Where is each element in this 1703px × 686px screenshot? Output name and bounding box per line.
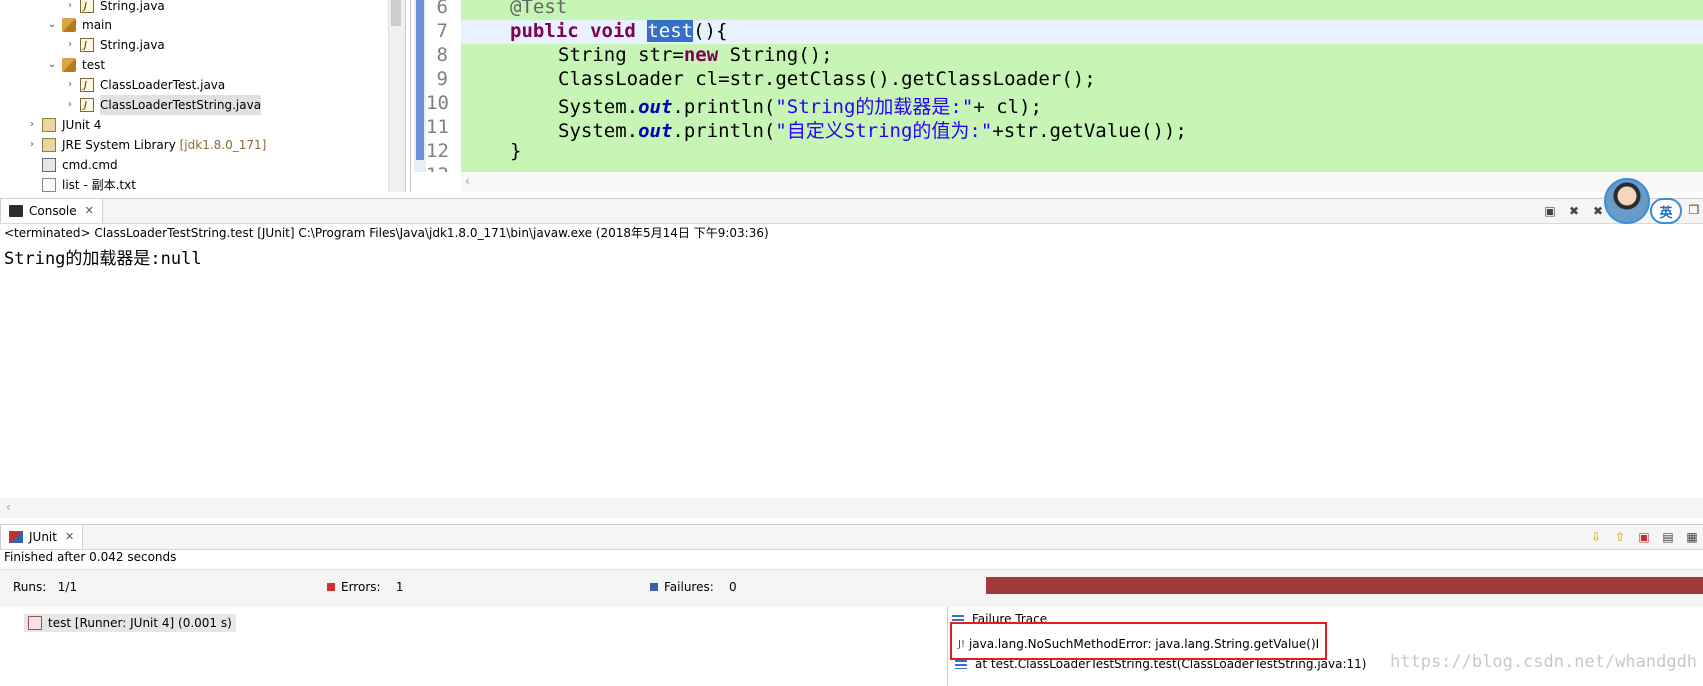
line-number: 12 — [426, 140, 449, 162]
line-number: 6 — [436, 0, 448, 18]
tree-item-string-java-1[interactable]: › String.java — [64, 0, 165, 17]
failure-icon — [650, 583, 658, 591]
code-line-7: public void test(){ — [510, 20, 728, 42]
code-line-11: System.out.println("自定义String的值为:"+str.g… — [558, 120, 1187, 142]
explorer-scrollbar[interactable] — [388, 0, 405, 192]
chevron-right-icon[interactable]: › — [26, 139, 38, 151]
terminate-icon[interactable]: ▣ — [1542, 203, 1558, 219]
show-failures-only-icon[interactable]: ▣ — [1636, 529, 1652, 545]
console-tabbar: Console ✕ ▣ ✖ ✖ — [0, 198, 1703, 224]
tree-item-test-package[interactable]: ⌄ test — [46, 55, 105, 75]
highlight-annotation-box — [950, 622, 1327, 660]
cmd-file-icon — [42, 158, 56, 172]
previous-failure-icon[interactable]: ⇧ — [1612, 529, 1628, 545]
tree-item-classloadertest-java[interactable]: › ClassLoaderTest.java — [64, 75, 225, 96]
error-icon — [327, 583, 335, 591]
editor-horizontal-scrollbar[interactable]: ‹ — [461, 172, 1703, 192]
watermark: https://blog.csdn.net/whandgdh — [1390, 652, 1698, 672]
explorer-scrollbar-thumb[interactable] — [391, 0, 401, 26]
change-ruler — [416, 0, 424, 160]
library-icon — [42, 138, 56, 152]
tree-item-junit4[interactable]: › JUnit 4 — [26, 115, 101, 135]
tree-item-list-txt[interactable]: list - 副本.txt — [42, 175, 136, 192]
line-number: 7 — [436, 20, 448, 42]
code-line-9: ClassLoader cl=str.getClass().getClassLo… — [558, 68, 1096, 90]
tree-item-classloaderteststring-java[interactable]: › ClassLoaderTestString.java — [64, 95, 262, 116]
console-horizontal-scrollbar[interactable]: ‹ — [0, 498, 1703, 518]
code-line-10: System.out.println("String的加载器是:"+ cl); — [558, 96, 1042, 118]
console-status: <terminated> ClassLoaderTestString.test … — [4, 226, 769, 240]
package-icon — [62, 58, 76, 72]
tree-item-string-java-2[interactable]: › String.java — [64, 35, 165, 56]
code-line-8: String str=new String(); — [558, 44, 833, 66]
selected-method-name: test — [647, 20, 694, 42]
junit-icon — [9, 531, 23, 543]
runs-counter: Runs: 1/1 — [13, 580, 78, 594]
ime-language-indicator[interactable]: 英 — [1650, 198, 1682, 224]
layout-icon[interactable]: ▦ — [1684, 529, 1700, 545]
avatar[interactable] — [1604, 178, 1650, 224]
java-file-icon — [80, 96, 94, 116]
line-number: 9 — [436, 68, 448, 90]
chevron-right-icon[interactable]: › — [64, 0, 76, 12]
junit-tabbar: JUnit ✕ ⇩ ⇧ ▣ ▤ ▦ — [0, 524, 1703, 550]
chevron-down-icon[interactable]: ⌄ — [46, 59, 58, 71]
test-progress-bar — [986, 577, 1703, 594]
tab-junit[interactable]: JUnit ✕ — [0, 524, 84, 549]
tree-item-main-package[interactable]: ⌄ main — [46, 15, 112, 35]
code-line-12: } — [510, 140, 522, 162]
tree-item-cmd-cmd[interactable]: cmd.cmd — [42, 155, 118, 175]
test-error-icon — [28, 616, 42, 630]
chevron-right-icon[interactable]: › — [64, 79, 76, 91]
line-number: 13 — [426, 164, 448, 172]
library-icon — [42, 118, 56, 132]
tree-item-jre-system-library[interactable]: › JRE System Library [jdk1.8.0_171] — [26, 135, 266, 155]
code-line-6: @Test — [510, 0, 568, 18]
minimize-icon[interactable]: ❒ — [1686, 202, 1702, 218]
close-icon[interactable]: ✕ — [65, 525, 74, 549]
chevron-down-icon[interactable]: ⌄ — [46, 19, 58, 31]
line-number: 10 — [426, 92, 449, 114]
errors-counter: Errors: 1 — [327, 580, 403, 594]
chevron-right-icon[interactable]: › — [26, 119, 38, 131]
stack-frame-icon — [955, 659, 967, 669]
chevron-right-icon[interactable]: › — [64, 99, 76, 111]
chevron-right-icon[interactable]: › — [64, 39, 76, 51]
text-file-icon — [42, 178, 56, 192]
console-output: String的加载器是:null — [4, 249, 202, 269]
package-icon — [62, 18, 76, 32]
java-file-icon — [80, 0, 94, 17]
scroll-lock-icon[interactable]: ▤ — [1660, 529, 1676, 545]
next-failure-icon[interactable]: ⇩ — [1588, 529, 1604, 545]
project-explorer: › String.java ⌄ main › String.java ⌄ tes… — [0, 0, 406, 192]
console-icon — [9, 205, 23, 217]
java-file-icon — [80, 76, 94, 96]
failures-counter: Failures: 0 — [650, 580, 737, 594]
junit-finished-status: Finished after 0.042 seconds — [4, 550, 177, 564]
tab-console[interactable]: Console ✕ — [0, 198, 103, 223]
line-number: 8 — [436, 44, 448, 66]
remove-launch-icon[interactable]: ✖ — [1566, 203, 1582, 219]
java-file-icon — [80, 36, 94, 56]
test-tree-item[interactable]: test [Runner: JUnit 4] (0.001 s) — [24, 614, 236, 632]
scroll-left-icon[interactable]: ‹ — [6, 500, 11, 514]
close-icon[interactable]: ✕ — [85, 199, 94, 223]
scroll-left-icon[interactable]: ‹ — [465, 174, 470, 188]
line-number: 11 — [426, 116, 449, 138]
